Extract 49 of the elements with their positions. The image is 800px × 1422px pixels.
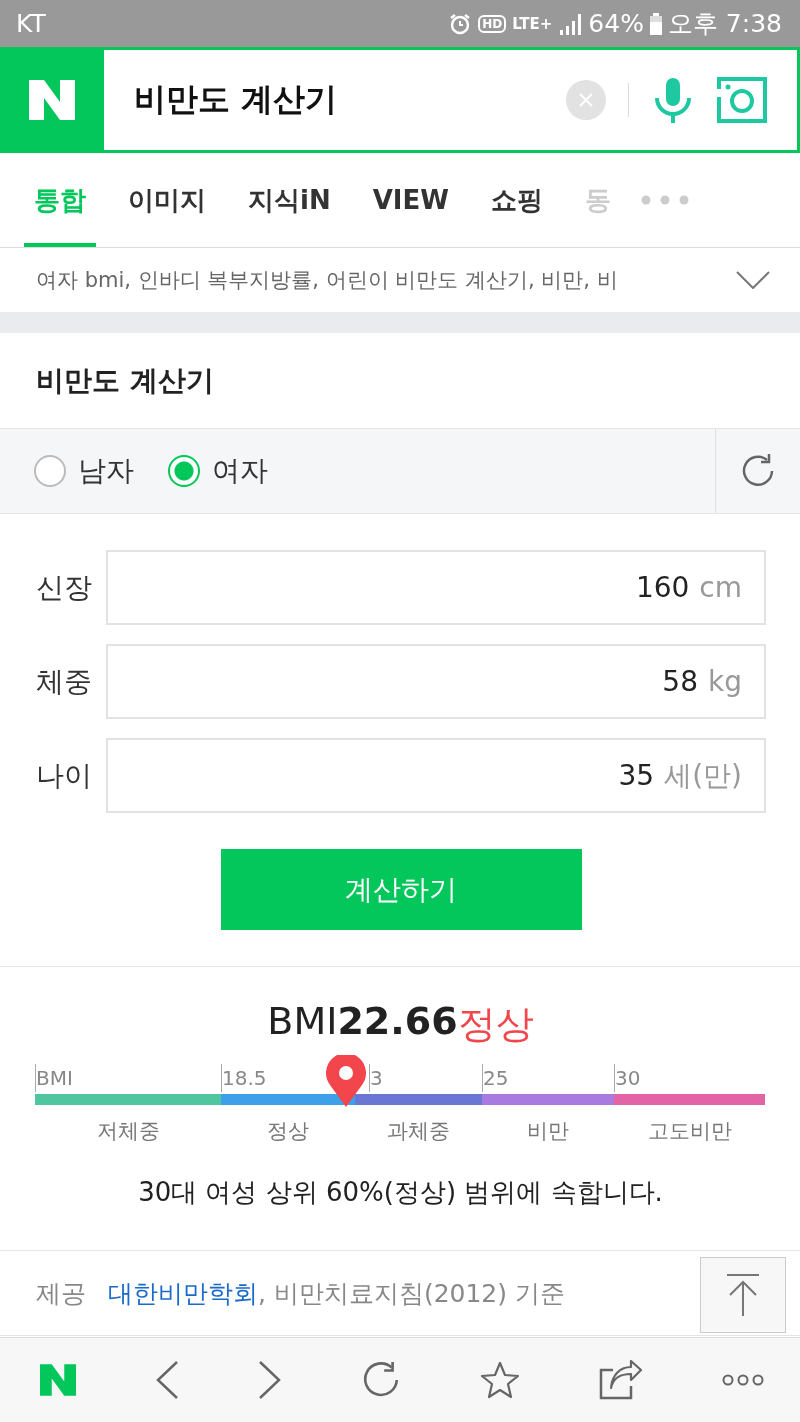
- radio-button[interactable]: [34, 455, 66, 487]
- share-icon[interactable]: [599, 1360, 643, 1400]
- hd-text: HD: [478, 14, 507, 33]
- related-keywords[interactable]: 여자 bmi, 인바디 복부지방률, 어린이 비만도 계산기, 비만, 비: [36, 266, 618, 294]
- scale-label: 과체중: [387, 1119, 450, 1143]
- back-icon[interactable]: [155, 1361, 179, 1399]
- source-label: 제공: [36, 1277, 86, 1310]
- scale-label: 고도비만: [647, 1119, 732, 1143]
- star-icon[interactable]: [480, 1361, 520, 1399]
- result-summary: 30대 여성 상위 60%(정상) 범위에 속합니다.: [138, 1176, 663, 1209]
- radio-button[interactable]: [168, 455, 200, 487]
- camera-icon[interactable]: [717, 77, 767, 123]
- battery-icon: [649, 12, 662, 35]
- time-text: 오후 7:38: [667, 8, 782, 40]
- calculator-title: 비만도 계산기: [35, 363, 215, 399]
- source-link[interactable]: 대한비만학회: [108, 1278, 258, 1308]
- input-field[interactable]: 160 cm: [106, 550, 766, 625]
- radio-label[interactable]: 여자: [212, 452, 268, 490]
- scale-label: 정상: [267, 1119, 309, 1143]
- radio-label[interactable]: 남자: [78, 452, 134, 490]
- scale-tick: 25: [482, 1064, 509, 1092]
- more-icon[interactable]: [722, 1374, 764, 1386]
- naver-logo[interactable]: [40, 1364, 76, 1396]
- battery-text: 64%: [588, 9, 644, 38]
- scale-label: 저체중: [96, 1119, 160, 1143]
- search-tab[interactable]: 이미지: [118, 153, 216, 247]
- input-field[interactable]: 58 kg: [106, 644, 766, 719]
- scale-tick: 18.5: [221, 1064, 267, 1092]
- search-tab[interactable]: 쇼핑: [480, 153, 553, 247]
- search-field[interactable]: 비만도 계산기: [104, 50, 566, 150]
- scale-tick: BMI: [35, 1064, 73, 1092]
- input-field[interactable]: 35 세(만): [106, 738, 766, 813]
- field-label: 체중: [36, 663, 93, 700]
- arrow-up-icon: [726, 1274, 760, 1316]
- scroll-top-button[interactable]: [700, 1257, 786, 1333]
- network-text: LTE+: [512, 14, 553, 33]
- chevron-down-icon[interactable]: [736, 271, 770, 289]
- scale-tick: 3: [369, 1064, 383, 1092]
- search-tab[interactable]: 지식iN: [238, 153, 341, 247]
- scale-tick: 30: [614, 1064, 641, 1092]
- search-tab[interactable]: VIEW: [362, 153, 459, 247]
- signal-icon: [558, 12, 583, 35]
- forward-icon[interactable]: [258, 1361, 282, 1399]
- field-label: 나이: [36, 757, 93, 794]
- field-label: 신장: [36, 569, 93, 606]
- source-text: 대한비만학회, 비만치료지침(2012) 기준: [108, 1277, 565, 1310]
- bmi-result: BMI22.66정상: [267, 999, 534, 1048]
- carrier-text: KT: [16, 9, 46, 38]
- scale-label: 비만: [527, 1119, 569, 1143]
